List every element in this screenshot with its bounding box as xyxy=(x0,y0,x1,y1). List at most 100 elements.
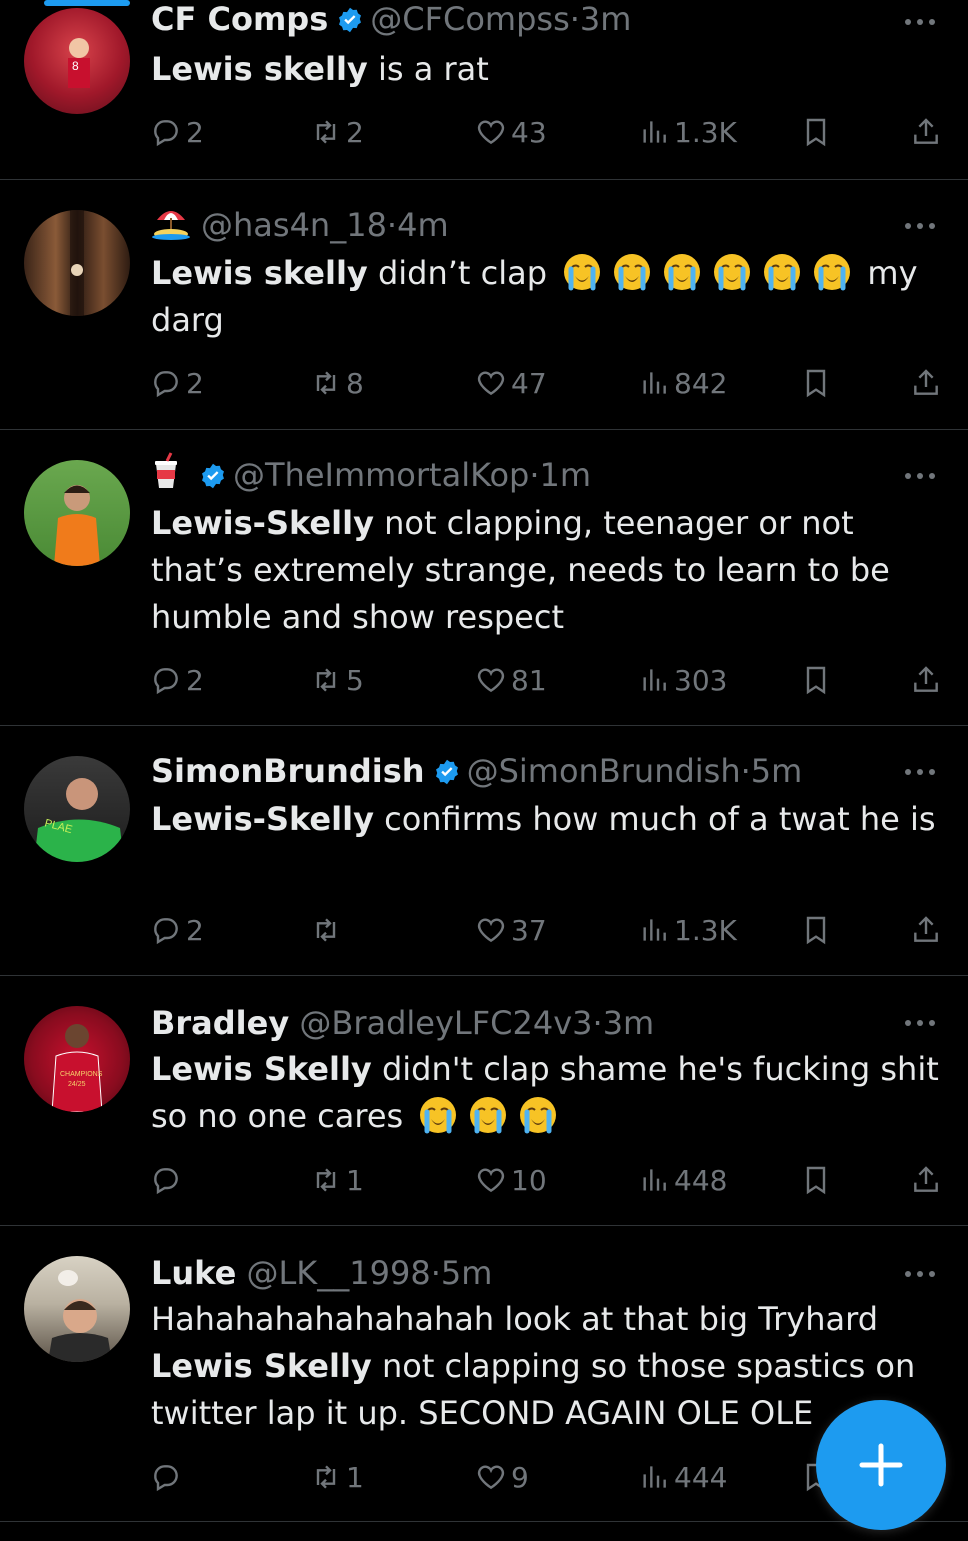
views-button[interactable]: 444 xyxy=(638,1455,727,1499)
handle[interactable]: @has4n_18 xyxy=(201,206,387,244)
tweet[interactable]: 8 CF Comps @CFCompss·3m Lewis skelly is a… xyxy=(0,0,968,180)
reply-icon xyxy=(154,371,178,398)
avatar[interactable]: PLAE xyxy=(24,756,130,862)
crying-face-icon xyxy=(468,1095,508,1135)
beach-umbrella-icon xyxy=(151,204,191,250)
repost-count: 8 xyxy=(346,366,364,400)
plus-icon xyxy=(859,1443,903,1487)
views-button[interactable]: 842 xyxy=(638,361,727,405)
timestamp[interactable]: 5m xyxy=(441,1254,493,1292)
timestamp[interactable]: 4m xyxy=(397,206,449,244)
views-button[interactable]: 1.3K xyxy=(638,908,737,952)
bookmark-button[interactable] xyxy=(800,110,836,154)
reply-button[interactable]: 2 xyxy=(150,110,204,154)
views-button[interactable]: 303 xyxy=(638,658,727,702)
view-count: 448 xyxy=(674,1163,728,1197)
avatar[interactable]: 8 xyxy=(24,8,130,114)
tweet-text-rest: didn’t clap xyxy=(367,254,558,292)
reply-button[interactable]: 2 xyxy=(150,658,204,702)
more-options-icon[interactable] xyxy=(900,2,940,42)
more-options-icon[interactable] xyxy=(900,752,940,792)
share-button[interactable] xyxy=(910,110,946,154)
cup-with-straw-icon xyxy=(151,452,181,500)
avatar-image xyxy=(48,1270,112,1362)
timestamp[interactable]: 1m xyxy=(540,456,592,494)
verified-badge-icon xyxy=(336,0,364,33)
like-button[interactable]: 9 xyxy=(475,1455,529,1499)
heart-icon xyxy=(477,1465,505,1490)
views-button[interactable]: 448 xyxy=(638,1158,727,1202)
views-chart-icon xyxy=(643,1169,666,1191)
reply-button[interactable]: 2 xyxy=(150,908,204,952)
tweet[interactable]: PLAE SimonBrundish @SimonBrundish·5m Lewi… xyxy=(0,726,968,976)
like-button[interactable]: 43 xyxy=(475,110,547,154)
like-button[interactable]: 47 xyxy=(475,361,547,405)
more-options-icon[interactable] xyxy=(900,1003,940,1043)
share-button[interactable] xyxy=(910,361,946,405)
avatar[interactable] xyxy=(24,210,130,316)
compose-button[interactable] xyxy=(816,1400,946,1530)
view-count: 1.3K xyxy=(674,913,737,947)
repost-button[interactable]: 1 xyxy=(310,1158,364,1202)
timestamp[interactable]: 5m xyxy=(751,752,803,790)
display-name[interactable]: CF Comps xyxy=(151,0,328,38)
bookmark-icon xyxy=(806,916,826,945)
crying-face-icon xyxy=(762,252,802,292)
avatar[interactable] xyxy=(24,1256,130,1362)
bookmark-button[interactable] xyxy=(800,908,836,952)
timestamp[interactable]: 3m xyxy=(580,0,632,38)
handle[interactable]: @SimonBrundish xyxy=(467,752,741,790)
crying-face-icon xyxy=(662,252,702,292)
repost-button[interactable] xyxy=(310,908,346,952)
repost-icon xyxy=(316,1168,336,1192)
like-button[interactable]: 37 xyxy=(475,908,547,952)
tweet-text: Lewis-Skelly not clapping, teenager or n… xyxy=(151,500,942,641)
reply-count: 2 xyxy=(186,366,204,400)
share-button[interactable] xyxy=(910,1158,946,1202)
svg-text:CHAMPIONS: CHAMPIONS xyxy=(60,1071,103,1078)
bookmark-button[interactable] xyxy=(800,1158,836,1202)
views-chart-icon xyxy=(643,669,666,691)
views-button[interactable]: 1.3K xyxy=(638,110,737,154)
handle[interactable]: @CFCompss xyxy=(370,0,570,38)
tweet-text-bold: Lewis skelly xyxy=(151,50,368,88)
tweet-header: CF Comps @CFCompss·3m xyxy=(151,0,908,44)
tweet-header: @TheImmortalKop·1m xyxy=(151,450,908,500)
more-options-icon[interactable] xyxy=(900,456,940,496)
separator-dot: · xyxy=(529,456,540,494)
bookmark-icon xyxy=(806,666,826,695)
like-button[interactable]: 81 xyxy=(475,658,547,702)
svg-text:8: 8 xyxy=(72,59,79,73)
handle[interactable]: @BradleyLFC24v3 xyxy=(299,1004,592,1042)
avatar[interactable]: CHAMPIONS 24/25 xyxy=(24,1006,130,1112)
share-button[interactable] xyxy=(910,908,946,952)
repost-button[interactable]: 2 xyxy=(310,110,364,154)
more-options-icon[interactable] xyxy=(900,206,940,246)
repost-button[interactable]: 5 xyxy=(310,658,364,702)
like-button[interactable]: 10 xyxy=(475,1158,547,1202)
display-name[interactable]: SimonBrundish xyxy=(151,752,425,790)
like-count: 37 xyxy=(511,913,547,947)
bookmark-icon xyxy=(806,369,826,398)
tweet[interactable]: @TheImmortalKop·1m Lewis-Skelly not clap… xyxy=(0,430,968,726)
reply-button[interactable]: 2 xyxy=(150,361,204,405)
repost-button[interactable]: 8 xyxy=(310,361,364,405)
handle[interactable]: @LK__1998 xyxy=(246,1254,430,1292)
display-name[interactable]: Luke xyxy=(151,1254,236,1292)
reply-button[interactable] xyxy=(150,1158,186,1202)
timestamp[interactable]: 3m xyxy=(603,1004,655,1042)
bookmark-button[interactable] xyxy=(800,658,836,702)
bookmark-button[interactable] xyxy=(800,361,836,405)
more-options-icon[interactable] xyxy=(900,1254,940,1294)
repost-button[interactable]: 1 xyxy=(310,1455,364,1499)
reply-icon xyxy=(154,918,178,945)
tweet[interactable]: CHAMPIONS 24/25 Bradley @BradleyLFC24v3·3… xyxy=(0,976,968,1226)
handle[interactable]: @TheImmortalKop xyxy=(233,456,529,494)
crying-face-icon xyxy=(812,252,852,292)
views-chart-icon xyxy=(643,1466,666,1488)
reply-button[interactable] xyxy=(150,1455,186,1499)
tweet[interactable]: @has4n_18·4m Lewis skelly didn’t clap my… xyxy=(0,180,968,430)
avatar[interactable] xyxy=(24,460,130,566)
share-button[interactable] xyxy=(910,658,946,702)
display-name[interactable]: Bradley xyxy=(151,1004,289,1042)
